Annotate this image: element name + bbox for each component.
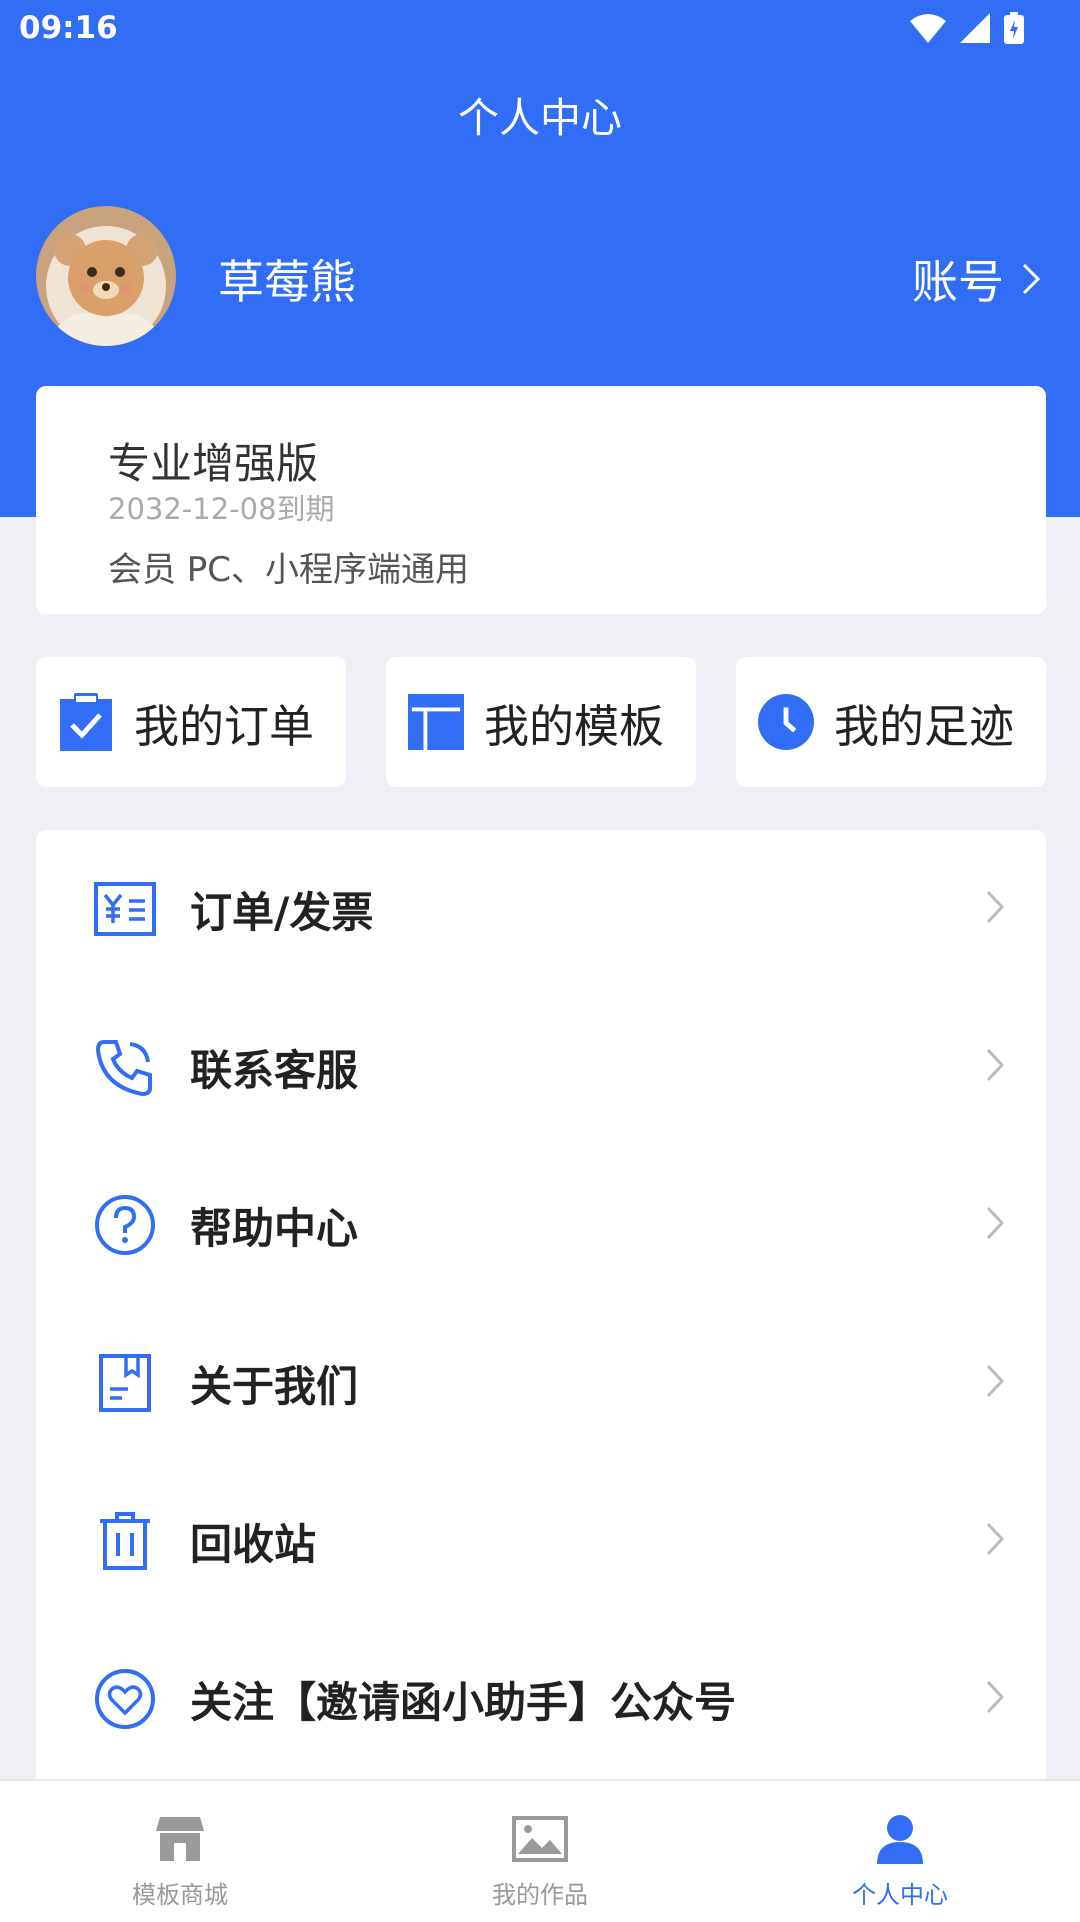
menu-label: 联系客服 — [190, 1045, 359, 1095]
menu-item-invoice[interactable]: 订单/发票 — [36, 830, 1046, 988]
membership-card[interactable]: 专业增强版 2032-12-08到期 会员 PC、小程序端通用 — [36, 386, 1046, 614]
account-link[interactable]: 账号 — [912, 246, 1041, 312]
status-time: 09:16 — [19, 10, 118, 46]
username: 草莓熊 — [218, 255, 356, 309]
menu-label: 关于我们 — [190, 1361, 359, 1411]
chevron-right-icon — [986, 1680, 1005, 1718]
quick-label: 我的足迹 — [834, 699, 1015, 753]
menu-label: 订单/发票 — [190, 887, 374, 937]
clock-icon — [758, 694, 814, 750]
bottom-tab-bar: 模板商城 我的作品 个人中心 — [0, 1779, 1080, 1922]
status-icons — [910, 12, 1024, 48]
membership-title: 专业增强版 — [108, 439, 319, 488]
tab-profile[interactable]: 个人中心 — [720, 1781, 1080, 1922]
wifi-icon — [910, 13, 946, 47]
battery-icon — [1004, 12, 1024, 48]
menu-item-about-us[interactable]: 关于我们 — [36, 1304, 1046, 1462]
signal-icon — [960, 13, 990, 47]
phone-icon — [92, 1034, 158, 1100]
invoice-icon — [92, 876, 158, 942]
menu-label: 回收站 — [190, 1519, 317, 1569]
my-templates-button[interactable]: 我的模板 — [386, 657, 696, 787]
tab-template-store[interactable]: 模板商城 — [0, 1781, 360, 1922]
chevron-right-icon — [986, 1364, 1005, 1402]
heart-icon — [92, 1666, 158, 1732]
clipboard-check-icon — [58, 693, 114, 751]
account-label: 账号 — [912, 255, 1004, 309]
menu-label: 帮助中心 — [190, 1203, 359, 1253]
my-footprint-button[interactable]: 我的足迹 — [736, 657, 1046, 787]
menu-item-recycle-bin[interactable]: 回收站 — [36, 1462, 1046, 1620]
tab-label: 个人中心 — [852, 1881, 948, 1909]
store-icon — [152, 1811, 208, 1867]
trash-icon — [92, 1508, 158, 1574]
chevron-right-icon — [986, 890, 1005, 928]
tab-my-works[interactable]: 我的作品 — [360, 1781, 720, 1922]
quick-actions: 我的订单 我的模板 我的足迹 — [36, 657, 1046, 787]
chevron-right-icon — [1022, 252, 1041, 306]
menu-label: 关注【邀请函小助手】公众号 — [190, 1677, 737, 1727]
chevron-right-icon — [986, 1048, 1005, 1086]
quick-label: 我的模板 — [484, 699, 665, 753]
membership-expire: 2032-12-08到期 — [108, 492, 335, 526]
about-icon — [92, 1350, 158, 1416]
chevron-right-icon — [986, 1522, 1005, 1560]
template-layout-icon — [408, 694, 464, 750]
image-icon — [512, 1811, 568, 1867]
menu-item-help-center[interactable]: 帮助中心 — [36, 1146, 1046, 1304]
menu-list: 订单/发票 联系客服 帮助中心 关于我们 回收站 关注【邀请函小助手】公众号 — [36, 830, 1046, 1790]
my-orders-button[interactable]: 我的订单 — [36, 657, 346, 787]
tab-label: 模板商城 — [132, 1881, 228, 1909]
membership-desc: 会员 PC、小程序端通用 — [108, 550, 470, 590]
help-icon — [92, 1192, 158, 1258]
menu-item-customer-service[interactable]: 联系客服 — [36, 988, 1046, 1146]
avatar[interactable] — [36, 206, 176, 346]
user-icon — [872, 1811, 928, 1867]
status-bar: 09:16 — [0, 0, 1080, 56]
menu-item-follow-account[interactable]: 关注【邀请函小助手】公众号 — [36, 1620, 1046, 1778]
quick-label: 我的订单 — [134, 699, 315, 753]
tab-label: 我的作品 — [492, 1881, 588, 1909]
chevron-right-icon — [986, 1206, 1005, 1244]
page-title: 个人中心 — [458, 94, 622, 142]
